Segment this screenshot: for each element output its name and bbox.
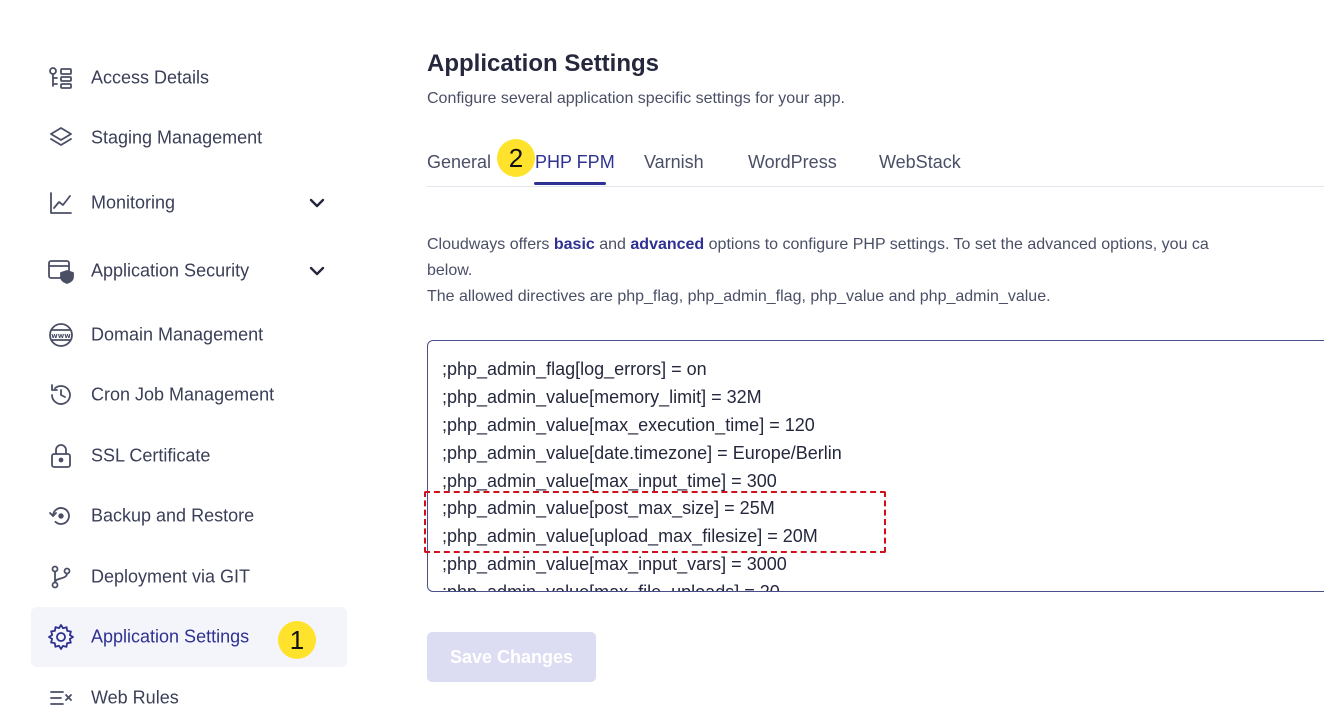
config-line: ;php_admin_value[date.timezone] = Europe… xyxy=(442,443,842,463)
sidebar-item-monitoring[interactable]: Monitoring xyxy=(31,173,347,233)
layers-icon xyxy=(47,124,75,152)
sidebar-item-label: SSL Certificate xyxy=(91,445,211,466)
sidebar-item-label: Web Rules xyxy=(91,687,179,708)
sidebar-item-web-rules[interactable]: Web Rules xyxy=(31,668,347,728)
advanced-link[interactable]: advanced xyxy=(630,236,704,253)
config-line: ;php_admin_value[memory_limit] = 32M xyxy=(442,387,762,407)
sidebar-item-label: Deployment via GIT xyxy=(91,566,251,587)
settings-tabs: General PHP FPM Varnish WordPress WebSta… xyxy=(427,140,1324,187)
active-tab-indicator xyxy=(534,182,606,185)
shield-window-icon xyxy=(47,257,75,285)
tab-general[interactable]: General xyxy=(427,152,491,173)
config-line: ;php_admin_flag[log_errors] = on xyxy=(442,359,707,379)
config-line: ;php_admin_value[max_file_uploads] = 20 xyxy=(442,582,780,592)
history-clock-icon xyxy=(47,381,75,409)
config-line: ;php_admin_value[max_input_time] = 300 xyxy=(442,471,777,491)
tab-wordpress[interactable]: WordPress xyxy=(748,152,837,173)
page-subtitle: Configure several application specific s… xyxy=(427,90,845,107)
access-details-icon xyxy=(47,64,75,92)
sidebar-item-cron-job-management[interactable]: Cron Job Management xyxy=(31,365,347,425)
config-line: ;php_admin_value[max_input_vars] = 3000 xyxy=(442,554,787,574)
sidebar-item-access-details[interactable]: Access Details xyxy=(31,48,347,108)
sidebar-item-label: Application Settings xyxy=(91,626,250,647)
www-globe-icon: www xyxy=(47,321,75,349)
sidebar-item-ssl-certificate[interactable]: SSL Certificate xyxy=(31,426,347,486)
chart-line-icon xyxy=(47,189,75,217)
save-changes-button[interactable]: Save Changes xyxy=(427,632,596,682)
page-title: Application Settings xyxy=(427,50,660,77)
sidebar-item-label: Monitoring xyxy=(91,192,176,213)
restore-icon xyxy=(47,502,75,530)
info-line-3: The allowed directives are php_flag, php… xyxy=(427,288,1051,305)
svg-text:www: www xyxy=(51,332,71,340)
sidebar-item-deployment-via-git[interactable]: Deployment via GIT xyxy=(31,547,347,607)
info-line-1: Cloudways offers basic and advanced opti… xyxy=(427,236,1209,253)
git-branch-icon xyxy=(47,563,75,591)
tab-webstack[interactable]: WebStack xyxy=(879,152,961,173)
highlight-box xyxy=(424,491,886,553)
step-badge-1: 1 xyxy=(278,621,316,659)
tab-varnish[interactable]: Varnish xyxy=(644,152,704,173)
sidebar-item-label: Backup and Restore xyxy=(91,505,255,526)
chevron-down-icon[interactable] xyxy=(307,261,327,281)
gear-icon xyxy=(47,623,75,651)
php-settings-info: Cloudways offers basic and advanced opti… xyxy=(427,232,1324,310)
sidebar-item-label: Application Security xyxy=(91,260,250,281)
sidebar-item-backup-and-restore[interactable]: Backup and Restore xyxy=(31,486,347,546)
sidebar-item-label: Access Details xyxy=(91,67,210,88)
sidebar-item-label: Cron Job Management xyxy=(91,384,275,405)
list-x-icon xyxy=(47,684,75,712)
info-line-2: below. xyxy=(427,262,473,279)
tab-php-fpm[interactable]: PHP FPM xyxy=(535,152,615,173)
chevron-down-icon[interactable] xyxy=(307,193,327,213)
sidebar-item-staging-management[interactable]: Staging Management xyxy=(31,108,347,168)
config-line: ;php_admin_value[max_execution_time] = 1… xyxy=(442,415,815,435)
sidebar-item-label: Domain Management xyxy=(91,324,264,345)
sidebar-item-domain-management[interactable]: www Domain Management xyxy=(31,305,347,365)
basic-link[interactable]: basic xyxy=(554,236,595,253)
php-fpm-config-editor[interactable]: ;php_admin_flag[log_errors] = on ;php_ad… xyxy=(427,340,1324,592)
lock-icon xyxy=(47,442,75,470)
sidebar-item-label: Staging Management xyxy=(91,127,263,148)
sidebar: Access Details Staging Management Monito… xyxy=(0,0,360,722)
sidebar-item-application-security[interactable]: Application Security xyxy=(31,241,347,301)
